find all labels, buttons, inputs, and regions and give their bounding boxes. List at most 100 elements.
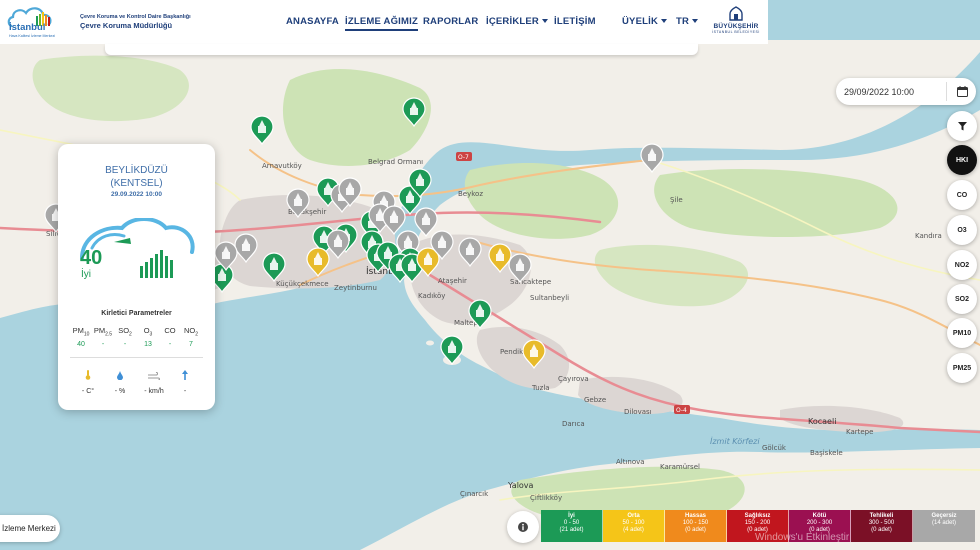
logo-tagline: Hava Kalitesi İzleme Merkezi bbox=[9, 34, 56, 38]
place-label: Altınova bbox=[616, 458, 645, 466]
param-value: - bbox=[101, 340, 105, 348]
place-label: Kandıra bbox=[915, 232, 942, 240]
place-label: Darıca bbox=[562, 420, 585, 428]
istanbul-logo[interactable]: İstanbul Hava Kalitesi İzleme Merkezi bbox=[6, 4, 74, 40]
logo-text: İstanbul bbox=[9, 22, 46, 33]
weather-humidity: - % bbox=[104, 367, 136, 395]
legend-name: İyi bbox=[568, 513, 575, 519]
layer-no2-button[interactable]: NO2 bbox=[947, 250, 977, 280]
param-name: SO2 bbox=[118, 326, 132, 338]
nav-anasayfa[interactable]: ANASAYFA bbox=[286, 16, 339, 27]
layer-so2-button[interactable]: SO2 bbox=[947, 284, 977, 314]
filter-icon bbox=[957, 121, 967, 130]
param-name: PM2.5 bbox=[93, 326, 113, 338]
legend-item[interactable]: Orta 50 - 100 (4 adet) bbox=[603, 510, 665, 542]
place-label: Yalova bbox=[507, 481, 534, 490]
wind-direction-value: - bbox=[183, 388, 187, 395]
place-label: Çınarcık bbox=[460, 490, 489, 498]
calendar-button[interactable] bbox=[950, 80, 974, 103]
place-label: Tuzla bbox=[531, 384, 550, 392]
nav-language-label: TR bbox=[676, 16, 690, 27]
place-label: Karamürsel bbox=[660, 463, 700, 471]
param-pm25: PM2.5 - bbox=[91, 326, 115, 348]
legend-item[interactable]: Geçersiz (14 adet) bbox=[913, 510, 975, 542]
aqi-value: 40 bbox=[80, 247, 103, 269]
chevron-down-icon bbox=[692, 19, 699, 24]
layer-o3-button[interactable]: O3 bbox=[947, 215, 977, 245]
layer-pm10-button[interactable]: PM10 bbox=[947, 318, 977, 348]
humidity-drop-icon bbox=[117, 371, 123, 381]
station-date: 29.09.2022 10:00 bbox=[111, 191, 162, 198]
divider bbox=[946, 82, 947, 101]
nav-language[interactable]: TR bbox=[676, 16, 699, 27]
place-label: Kadıköy bbox=[418, 292, 445, 300]
nav-raporlar[interactable]: RAPORLAR bbox=[423, 16, 478, 27]
legend-count: (14 adet) bbox=[931, 520, 956, 526]
place-label: Gebze bbox=[584, 396, 606, 404]
windows-activation-watermark: Windows'u Etkinleştir bbox=[755, 532, 850, 543]
layer-hki-button[interactable]: HKI bbox=[947, 145, 977, 175]
param-value: 40 bbox=[77, 340, 85, 348]
wind-direction-arrow-icon bbox=[182, 370, 188, 380]
legend-name: Orta bbox=[627, 513, 640, 519]
road-shield-o4: O-4 bbox=[674, 405, 690, 414]
layer-pm25-button[interactable]: PM25 bbox=[947, 353, 977, 383]
legend-count: (21 adet) bbox=[559, 527, 584, 533]
param-name: NO2 bbox=[183, 326, 199, 338]
legend-range: 200 - 300 bbox=[806, 520, 833, 526]
place-label: Şile bbox=[670, 196, 683, 204]
legend-count: (0 adet) bbox=[871, 527, 892, 533]
layer-co-button[interactable]: CO bbox=[947, 180, 977, 210]
legend-info-button[interactable] bbox=[507, 511, 539, 543]
date-input[interactable] bbox=[844, 82, 944, 101]
param-no2: NO2 7 bbox=[179, 326, 203, 348]
place-label: Küçükçekmece bbox=[276, 280, 329, 288]
ibb-name: BÜYÜKŞEHİR bbox=[713, 23, 759, 30]
legend-item[interactable]: İyi 0 - 50 (21 adet) bbox=[541, 510, 603, 542]
svg-text:O-4: O-4 bbox=[676, 407, 687, 414]
department-line1: Çevre Koruma ve Kontrol Daire Başkanlığı bbox=[80, 14, 191, 20]
place-label: İzmit Körfezi bbox=[710, 436, 760, 446]
ibb-emblem-icon bbox=[729, 6, 743, 21]
place-label: Kartepe bbox=[846, 428, 873, 436]
wind-icon bbox=[148, 371, 160, 381]
param-name: O3 bbox=[143, 326, 153, 338]
legend-name: Kötü bbox=[812, 513, 827, 519]
wind-speed-value: - km/h bbox=[144, 388, 164, 395]
legend-item[interactable]: Hassas 100 - 150 (0 adet) bbox=[665, 510, 727, 542]
filter-button[interactable] bbox=[947, 111, 977, 141]
nav-izleme-agimiz[interactable]: İZLEME AĞIMIZ bbox=[345, 16, 418, 31]
weather-temperature: - C° bbox=[72, 367, 104, 395]
legend-count: (0 adet) bbox=[685, 527, 706, 533]
nav-iletisim[interactable]: İLETİŞİM bbox=[554, 16, 596, 27]
param-so2: SO2 - bbox=[113, 326, 137, 348]
nav-icerikler[interactable]: İÇERİKLER bbox=[486, 16, 548, 27]
island bbox=[426, 340, 434, 346]
date-filter bbox=[836, 78, 976, 105]
place-label: Sultanbeyli bbox=[530, 294, 569, 302]
nav-uyelik[interactable]: ÜYELİK bbox=[622, 16, 668, 27]
place-label: Zeytinburnu bbox=[334, 284, 377, 292]
place-label: Dilovası bbox=[624, 408, 652, 416]
param-o3: O3 13 bbox=[136, 326, 160, 348]
legend-range: 50 - 100 bbox=[622, 520, 645, 526]
weather-wind: - km/h bbox=[138, 367, 170, 395]
monitoring-center-button[interactable]: İzleme Merkezi bbox=[0, 515, 60, 542]
ibb-logo[interactable]: BÜYÜKŞEHİR İSTANBUL BELEDİYESİ bbox=[708, 6, 764, 40]
legend-item[interactable]: Tehlikeli 300 - 500 (0 adet) bbox=[851, 510, 913, 542]
pollutant-params-title: Kirletici Parametreler bbox=[101, 310, 172, 317]
legend-name: Tehlikeli bbox=[869, 513, 894, 519]
header-subbar bbox=[105, 44, 698, 55]
place-label: Ataşehir bbox=[438, 277, 467, 285]
calendar-icon bbox=[956, 86, 968, 97]
nav-uyelik-label: ÜYELİK bbox=[622, 16, 659, 27]
temperature-value: - C° bbox=[81, 388, 95, 395]
legend-range: 300 - 500 bbox=[868, 520, 895, 526]
nav-icerikler-label: İÇERİKLER bbox=[486, 16, 539, 27]
place-label: Beykoz bbox=[458, 190, 483, 198]
legend-name: Hassas bbox=[684, 513, 707, 519]
place-label: Gölcük bbox=[762, 444, 787, 452]
place-label: Belgrad Ormanı bbox=[368, 158, 423, 166]
place-label: Kocaeli bbox=[808, 417, 836, 426]
legend-name: Geçersiz bbox=[931, 513, 957, 519]
